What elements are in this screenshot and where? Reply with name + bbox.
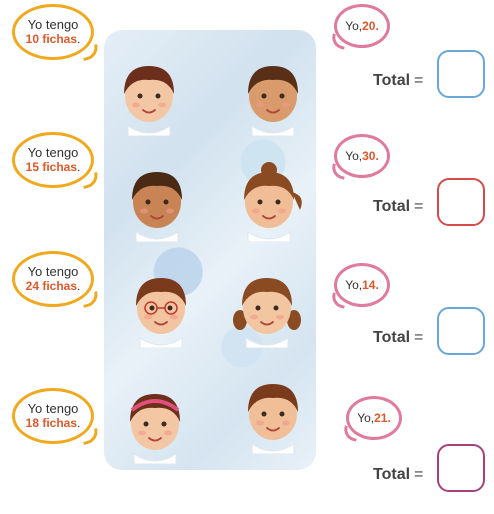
right-bubble-value: 20 (362, 19, 376, 33)
total-label: Total = (373, 466, 423, 484)
girl-headband-face (118, 384, 192, 464)
left-bubble-line2: 18 fichas (25, 416, 78, 430)
answer-box[interactable] (437, 50, 485, 98)
right-speech-bubble: Yo, 20. (334, 4, 390, 48)
left-bubble-line2: 10 fichas (25, 32, 78, 46)
answer-box[interactable] (437, 307, 485, 355)
answer-box[interactable] (437, 444, 485, 492)
left-speech-bubble: Yo tengo 18 fichas. (12, 388, 94, 444)
girl-pigtails-face (230, 268, 304, 348)
boy-side-hair-face (236, 374, 310, 454)
left-bubble-line2: 24 fichas (25, 279, 78, 293)
right-speech-bubble: Yo, 14. (334, 263, 390, 307)
total-text: Total (373, 198, 411, 215)
equals-sign: = (414, 198, 424, 215)
right-speech-bubble: Yo, 30. (334, 134, 390, 178)
right-speech-bubble: Yo, 21. (346, 396, 402, 440)
boy-dark-hair-face (236, 56, 310, 136)
answer-box[interactable] (437, 178, 485, 226)
left-bubble-line1: Yo tengo (27, 401, 79, 416)
total-label: Total = (373, 198, 423, 216)
left-bubble-line2: 15 fichas (25, 160, 78, 174)
girl-bun-hair-face (232, 162, 306, 242)
left-speech-bubble: Yo tengo 15 fichas. (12, 132, 94, 188)
right-bubble-prefix: Yo, (345, 278, 363, 292)
right-bubble-prefix: Yo, (345, 149, 363, 163)
equals-sign: = (414, 466, 424, 483)
right-bubble-prefix: Yo, (345, 19, 363, 33)
left-bubble-line1: Yo tengo (27, 17, 79, 32)
left-speech-bubble: Yo tengo 24 fichas. (12, 251, 94, 307)
equals-sign: = (414, 329, 424, 346)
girl-short-hair-face (112, 56, 186, 136)
left-bubble-line1: Yo tengo (27, 264, 79, 279)
left-bubble-line1: Yo tengo (27, 145, 79, 160)
right-bubble-prefix: Yo, (357, 411, 375, 425)
left-speech-bubble: Yo tengo 10 fichas. (12, 4, 94, 60)
right-bubble-value: 30 (362, 149, 376, 163)
total-text: Total (373, 466, 411, 483)
boy-spiky-hair-face (120, 162, 194, 242)
right-bubble-value: 14 (362, 278, 376, 292)
boy-glasses-face (124, 268, 198, 348)
total-text: Total (373, 72, 411, 89)
total-label: Total = (373, 329, 423, 347)
right-bubble-value: 21 (374, 411, 388, 425)
total-label: Total = (373, 72, 423, 90)
equals-sign: = (414, 72, 424, 89)
total-text: Total (373, 329, 411, 346)
